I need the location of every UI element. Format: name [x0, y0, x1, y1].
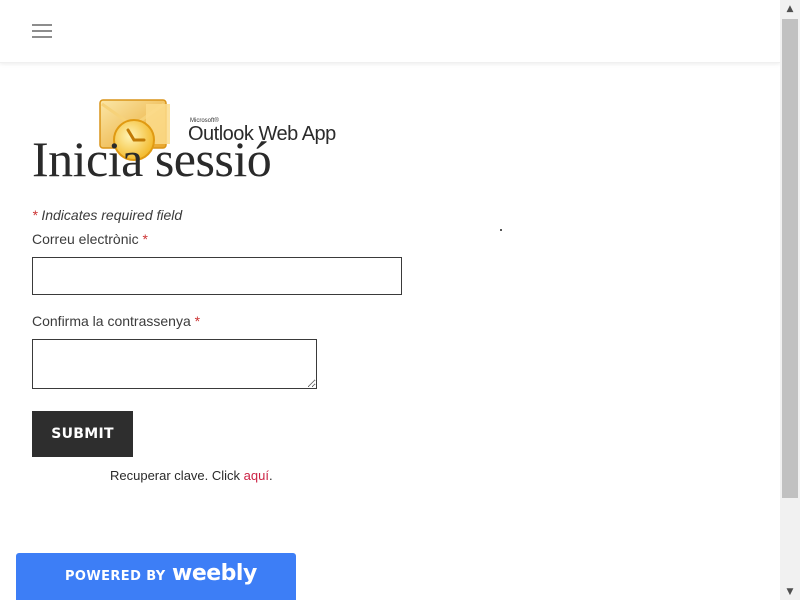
scrollbar-thumb[interactable]: [782, 19, 798, 498]
password-label: Confirma la contrassenya *: [32, 313, 200, 329]
stray-dot: [500, 229, 502, 231]
recover-password-text: Recuperar clave. Click aquí.: [110, 468, 273, 483]
password-required-star: *: [194, 313, 201, 329]
page-title: Inicia sessió: [32, 131, 272, 187]
weebly-logo-text: weebly: [172, 561, 257, 586]
recover-link[interactable]: aquí: [244, 468, 269, 483]
weebly-badge[interactable]: POWERED BY weebly: [16, 553, 296, 600]
page-viewport: Microsoft® Outlook Web App Inicia sessió…: [0, 0, 780, 600]
email-required-star: *: [142, 231, 148, 247]
scroll-up-arrow-icon[interactable]: ▲: [780, 0, 800, 17]
vertical-scrollbar[interactable]: ▲ ▼: [780, 0, 800, 600]
password-field[interactable]: [32, 339, 317, 389]
email-label-text: Correu electrònic: [32, 231, 139, 247]
hamburger-menu-icon[interactable]: [32, 24, 52, 38]
top-header: [0, 0, 780, 63]
email-field[interactable]: [32, 257, 402, 295]
required-field-note: * Indicates required field: [32, 207, 182, 223]
password-label-text: Confirma la contrassenya: [32, 313, 191, 329]
required-note-text: Indicates required field: [41, 207, 183, 223]
required-star: *: [32, 207, 38, 223]
powered-by-text: POWERED BY: [65, 569, 166, 584]
email-label: Correu electrònic *: [32, 231, 148, 247]
submit-button[interactable]: SUBMIT: [32, 411, 133, 457]
recover-period: .: [268, 468, 273, 483]
recover-text: Recuperar clave. Click: [110, 468, 241, 483]
scroll-down-arrow-icon[interactable]: ▼: [780, 583, 800, 600]
